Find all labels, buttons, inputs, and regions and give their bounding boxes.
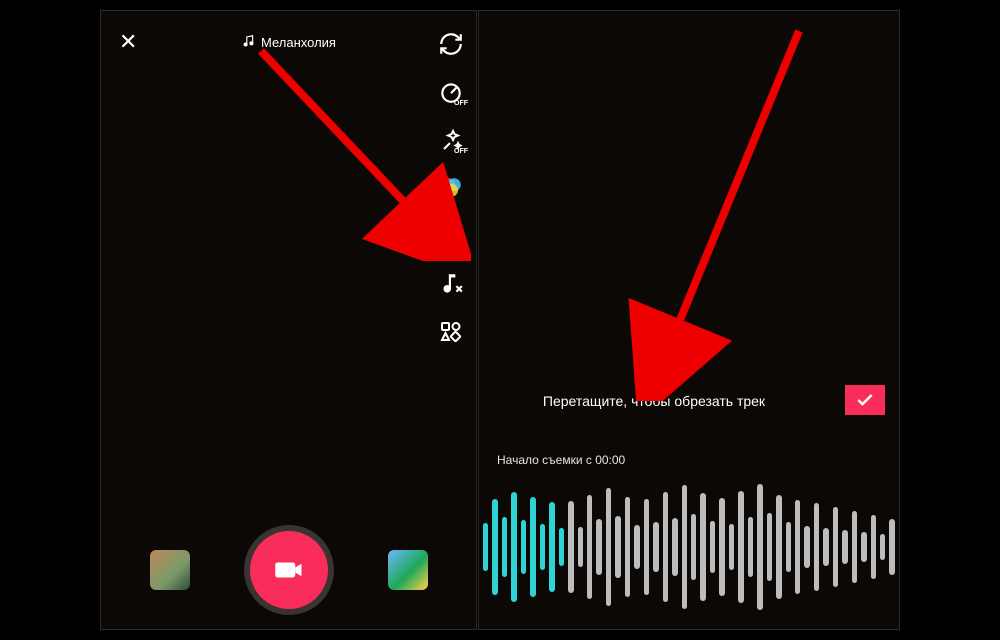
waveform-bar (521, 520, 526, 574)
filters-icon[interactable] (438, 175, 464, 201)
trim-sound-icon[interactable] (438, 271, 464, 297)
record-button[interactable] (250, 531, 328, 609)
beauty-off-label: OFF (454, 148, 468, 155)
confirm-trim-button[interactable] (845, 385, 885, 415)
selected-sound-title: Меланхолия (261, 35, 336, 50)
close-icon[interactable]: ✕ (119, 31, 137, 53)
waveform-bar (691, 514, 696, 580)
waveform-bar (634, 525, 639, 569)
waveform-bar (833, 507, 838, 587)
camera-side-toolbar: OFF OFF 3 (438, 31, 464, 345)
waveform-bar (578, 527, 583, 567)
waveform-bar (483, 523, 488, 571)
waveform-bar (644, 499, 649, 595)
waveform-bar (795, 500, 800, 594)
waveform-bar (502, 517, 507, 577)
annotation-arrow-icon (599, 21, 829, 401)
waveform-bar (852, 511, 857, 583)
timer-value: 3 (461, 242, 466, 252)
waveform-bar (823, 528, 828, 566)
waveform-bar (700, 493, 705, 601)
waveform-bar (767, 513, 772, 581)
camera-screen: ✕ Меланхолия OFF OFF (100, 10, 477, 630)
waveform-bar (719, 498, 724, 596)
speed-off-label: OFF (454, 100, 468, 107)
waveform-bar (549, 502, 554, 592)
trim-sound-screen: Перетащите, чтобы обрезать трек Начало с… (478, 10, 900, 630)
waveform-bar (880, 534, 885, 560)
more-tools-icon[interactable] (438, 319, 464, 345)
waveform-bar (757, 484, 762, 610)
waveform-scrubber[interactable] (479, 477, 899, 617)
waveform-bar (871, 515, 876, 579)
waveform-bar (559, 528, 564, 566)
flip-camera-icon[interactable] (438, 31, 464, 57)
waveform-bar (861, 532, 866, 562)
beauty-icon[interactable]: OFF (438, 127, 464, 153)
waveform-bar (776, 495, 781, 599)
timer-icon[interactable]: 3 (438, 223, 464, 249)
waveform-bar (804, 526, 809, 568)
waveform-bar (738, 491, 743, 603)
waveform-bar (568, 501, 573, 593)
trim-start-label: Начало съемки с 00:00 (497, 453, 625, 467)
waveform-bar (729, 524, 734, 570)
waveform-bar (530, 497, 535, 597)
waveform-bar (492, 499, 497, 595)
trim-caption: Перетащите, чтобы обрезать трек (479, 393, 829, 409)
selected-sound[interactable]: Меланхолия (241, 34, 336, 51)
waveform-bar (889, 519, 894, 575)
gallery-button[interactable] (388, 550, 428, 590)
waveform-bar (653, 522, 658, 572)
waveform-bar (842, 530, 847, 564)
waveform-bar (587, 495, 592, 599)
waveform-bar (786, 522, 791, 572)
music-note-icon (241, 34, 255, 51)
waveform-bar (625, 497, 630, 597)
waveform-bar (606, 488, 611, 606)
waveform-bar (748, 517, 753, 577)
waveform-bar (814, 503, 819, 591)
camera-topbar: ✕ Меланхолия (101, 31, 476, 53)
camera-bottom-bar (101, 531, 476, 609)
waveform-bar (596, 519, 601, 575)
waveform-bar (511, 492, 516, 602)
waveform-bar (615, 516, 620, 578)
waveform-bar (672, 518, 677, 576)
waveform-bar (710, 521, 715, 573)
speed-icon[interactable]: OFF (438, 79, 464, 105)
waveform-bar (663, 492, 668, 602)
waveform-bar (682, 485, 687, 609)
waveform-bar (540, 524, 545, 570)
effects-button[interactable] (150, 550, 190, 590)
